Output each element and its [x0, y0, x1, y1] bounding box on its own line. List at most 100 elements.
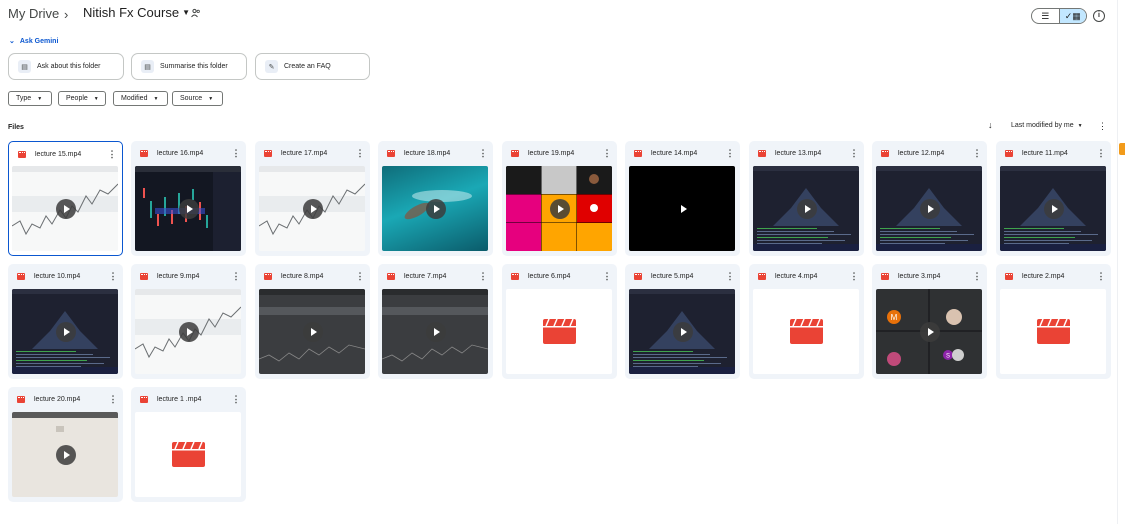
file-card[interactable]: lecture 19.mp4 ⋮: [502, 141, 617, 256]
suggestion-create-faq[interactable]: ✎ Create an FAQ: [255, 53, 370, 80]
more-options-icon[interactable]: ⋮: [848, 271, 860, 282]
filter-modified[interactable]: Modified ▼: [113, 91, 168, 106]
sort-selector[interactable]: Last modified by me ▼: [1011, 122, 1083, 129]
play-icon[interactable]: [673, 322, 693, 342]
more-options-icon[interactable]: ⋮: [107, 271, 119, 282]
file-thumbnail[interactable]: [135, 166, 241, 251]
play-icon[interactable]: [56, 445, 76, 465]
more-options-icon[interactable]: ⋮: [971, 271, 983, 282]
file-card[interactable]: lecture 4.mp4 ⋮: [749, 264, 864, 379]
file-card[interactable]: lecture 2.mp4 ⋮: [996, 264, 1111, 379]
file-thumbnail[interactable]: [506, 289, 612, 374]
file-card[interactable]: lecture 14.mp4 ⋮: [625, 141, 740, 256]
file-thumbnail[interactable]: [382, 289, 488, 374]
file-thumbnail[interactable]: [135, 412, 241, 497]
file-thumbnail[interactable]: [1000, 166, 1106, 251]
play-icon[interactable]: [303, 199, 323, 219]
list-view-button[interactable]: ☰: [1032, 9, 1059, 23]
ask-gemini-toggle[interactable]: ⌄ Ask Gemini: [9, 37, 58, 46]
more-options-icon[interactable]: ⋮: [848, 148, 860, 159]
play-icon[interactable]: [673, 199, 693, 219]
filter-people[interactable]: People ▼: [58, 91, 106, 106]
more-options-icon[interactable]: ⋮: [724, 148, 736, 159]
file-card[interactable]: lecture 15.mp4 ⋮: [8, 141, 123, 256]
play-icon[interactable]: [179, 199, 199, 219]
file-thumbnail[interactable]: [382, 166, 488, 251]
more-options-icon[interactable]: ⋮: [1098, 121, 1107, 132]
more-options-icon[interactable]: ⋮: [230, 271, 242, 282]
play-icon[interactable]: [1044, 199, 1064, 219]
filter-source[interactable]: Source ▼: [172, 91, 223, 106]
file-card[interactable]: lecture 11.mp4 ⋮: [996, 141, 1111, 256]
file-card[interactable]: lecture 17.mp4 ⋮: [255, 141, 370, 256]
info-icon[interactable]: i: [1093, 10, 1105, 22]
file-card[interactable]: lecture 10.mp4 ⋮: [8, 264, 123, 379]
file-thumbnail[interactable]: [259, 289, 365, 374]
file-card[interactable]: lecture 12.mp4 ⋮: [872, 141, 987, 256]
meet-avatar-s: S: [946, 354, 950, 360]
suggestion-ask-about-folder[interactable]: ▤ Ask about this folder: [8, 53, 124, 80]
filter-type[interactable]: Type ▼: [8, 91, 52, 106]
view-toggle[interactable]: ☰ ✓▦: [1031, 8, 1087, 24]
more-options-icon[interactable]: ⋮: [1095, 271, 1107, 282]
more-options-icon[interactable]: ⋮: [230, 148, 242, 159]
play-icon[interactable]: [426, 199, 446, 219]
scrollbar-track[interactable]: [1117, 0, 1118, 524]
more-options-icon[interactable]: ⋮: [1095, 148, 1107, 159]
more-options-icon[interactable]: ⋮: [601, 148, 613, 159]
file-thumbnail[interactable]: MS: [876, 289, 982, 374]
file-thumbnail[interactable]: [753, 166, 859, 251]
breadcrumb-my-drive[interactable]: My Drive: [8, 6, 59, 21]
play-icon[interactable]: [797, 199, 817, 219]
file-card[interactable]: lecture 18.mp4 ⋮: [378, 141, 493, 256]
file-card[interactable]: lecture 8.mp4 ⋮: [255, 264, 370, 379]
file-card[interactable]: lecture 1 .mp4 ⋮: [131, 387, 246, 502]
file-card[interactable]: lecture 6.mp4 ⋮: [502, 264, 617, 379]
file-thumbnail[interactable]: [135, 289, 241, 374]
file-card[interactable]: lecture 16.mp4 ⋮: [131, 141, 246, 256]
file-card[interactable]: lecture 5.mp4 ⋮: [625, 264, 740, 379]
sort-direction-icon[interactable]: ↓: [988, 120, 993, 130]
file-name: lecture 19.mp4: [528, 150, 575, 157]
file-card[interactable]: lecture 3.mp4 ⋮ M S: [872, 264, 987, 379]
play-icon[interactable]: [56, 322, 76, 342]
more-options-icon[interactable]: ⋮: [601, 271, 613, 282]
file-card[interactable]: lecture 7.mp4 ⋮: [378, 264, 493, 379]
more-options-icon[interactable]: ⋮: [354, 271, 366, 282]
video-file-icon: [758, 273, 766, 280]
more-options-icon[interactable]: ⋮: [107, 394, 119, 405]
more-options-icon[interactable]: ⋮: [230, 394, 242, 405]
play-icon[interactable]: [303, 322, 323, 342]
file-thumbnail[interactable]: [12, 412, 118, 497]
file-thumbnail[interactable]: [1000, 289, 1106, 374]
file-thumbnail[interactable]: [629, 289, 735, 374]
side-panel-tab[interactable]: [1119, 143, 1125, 155]
more-options-icon[interactable]: ⋮: [477, 148, 489, 159]
more-options-icon[interactable]: ⋮: [354, 148, 366, 159]
suggestion-summarise-folder[interactable]: ▤ Summarise this folder: [131, 53, 247, 80]
grid-view-button[interactable]: ✓▦: [1058, 9, 1086, 23]
more-options-icon[interactable]: ⋮: [106, 149, 118, 160]
file-thumbnail[interactable]: [876, 166, 982, 251]
file-thumbnail[interactable]: [259, 166, 365, 251]
play-icon[interactable]: [920, 322, 940, 342]
file-thumbnail[interactable]: [629, 166, 735, 251]
play-icon[interactable]: [179, 322, 199, 342]
play-icon[interactable]: [920, 199, 940, 219]
list-icon: ☰: [1041, 10, 1050, 21]
file-thumbnail[interactable]: [506, 166, 612, 251]
file-thumbnail[interactable]: [753, 289, 859, 374]
file-card[interactable]: lecture 13.mp4 ⋮: [749, 141, 864, 256]
file-thumbnail[interactable]: [12, 166, 118, 251]
breadcrumb-current-folder[interactable]: Nitish Fx Course ▼: [83, 5, 190, 20]
more-options-icon[interactable]: ⋮: [724, 271, 736, 282]
file-card[interactable]: lecture 20.mp4 ⋮: [8, 387, 123, 502]
file-card[interactable]: lecture 9.mp4 ⋮: [131, 264, 246, 379]
more-options-icon[interactable]: ⋮: [971, 148, 983, 159]
play-icon[interactable]: [550, 199, 570, 219]
play-icon[interactable]: [426, 322, 446, 342]
file-name: lecture 5.mp4: [651, 273, 694, 280]
more-options-icon[interactable]: ⋮: [477, 271, 489, 282]
file-thumbnail[interactable]: [12, 289, 118, 374]
play-icon[interactable]: [56, 199, 76, 219]
